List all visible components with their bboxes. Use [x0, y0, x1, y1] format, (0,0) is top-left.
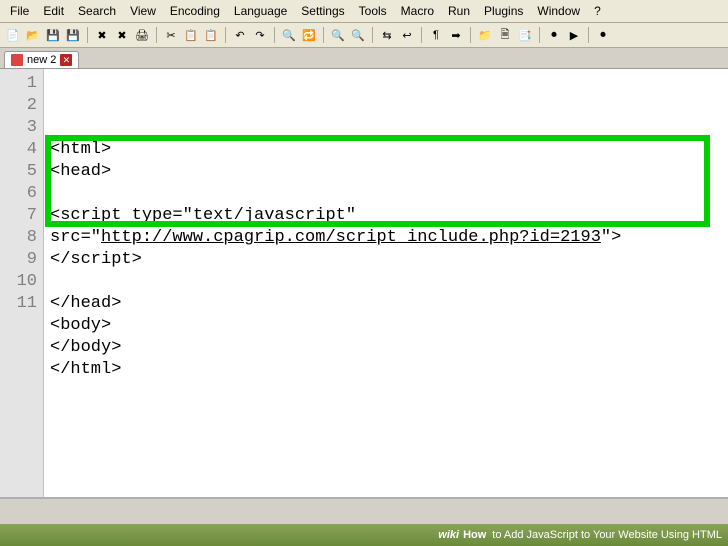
unsaved-icon: [11, 54, 23, 66]
menu-settings[interactable]: Settings: [295, 2, 350, 20]
line-number: 4: [2, 139, 37, 161]
menu-plugins[interactable]: Plugins: [478, 2, 529, 20]
toolbar-separator: [156, 27, 157, 43]
macro-play-icon[interactable]: ▶: [565, 26, 583, 44]
toolbar-separator: [539, 27, 540, 43]
toolbar-separator: [421, 27, 422, 43]
code-line[interactable]: </head>: [46, 293, 726, 315]
close-icon[interactable]: ✖: [93, 26, 111, 44]
line-number-gutter: 1234567891011: [0, 69, 44, 497]
line-number: 3: [2, 117, 37, 139]
new-file-icon[interactable]: 📄: [4, 26, 22, 44]
save-all-icon[interactable]: 💾: [64, 26, 82, 44]
line-number: 6: [2, 183, 37, 205]
code-line[interactable]: <script type="text/javascript": [46, 205, 726, 227]
file-tab[interactable]: new 2 ✕: [4, 51, 79, 68]
line-number: 7: [2, 205, 37, 227]
menu-encoding[interactable]: Encoding: [164, 2, 226, 20]
code-line[interactable]: <body>: [46, 315, 726, 337]
line-number: 11: [2, 293, 37, 315]
menu-file[interactable]: File: [4, 2, 35, 20]
redo-icon[interactable]: ↷: [251, 26, 269, 44]
code-line[interactable]: [46, 183, 726, 205]
footer-brand: wiki: [438, 529, 459, 541]
menu-edit[interactable]: Edit: [37, 2, 70, 20]
paste-icon[interactable]: 📋: [202, 26, 220, 44]
show-chars-icon[interactable]: ¶: [427, 26, 445, 44]
zoom-in-icon[interactable]: 🔍: [329, 26, 347, 44]
close-all-icon[interactable]: ✖: [113, 26, 131, 44]
footer-title: to Add JavaScript to Your Website Using …: [492, 529, 722, 541]
line-number: 10: [2, 271, 37, 293]
toolbar-separator: [323, 27, 324, 43]
menu-?[interactable]: ?: [588, 2, 607, 20]
code-line[interactable]: <head>: [46, 161, 726, 183]
code-line[interactable]: [46, 271, 726, 293]
line-number: 9: [2, 249, 37, 271]
line-number: 2: [2, 95, 37, 117]
find-icon[interactable]: 🔍: [280, 26, 298, 44]
doc-map-icon[interactable]: 🗎: [496, 26, 514, 44]
toolbar: 📄📂💾💾✖✖🖨✂📋📋↶↷🔍🔁🔍🔍⇆↩¶➡📁🗎📑⏺▶⏺: [0, 23, 728, 48]
toolbar-separator: [372, 27, 373, 43]
code-line[interactable]: </html>: [46, 359, 726, 381]
folder-icon[interactable]: 📁: [476, 26, 494, 44]
code-line[interactable]: <html>: [46, 139, 726, 161]
code-line[interactable]: </script>: [46, 249, 726, 271]
toolbar-separator: [274, 27, 275, 43]
line-number: 8: [2, 227, 37, 249]
zoom-out-icon[interactable]: 🔍: [349, 26, 367, 44]
line-number: 5: [2, 161, 37, 183]
record-icon[interactable]: ⏺: [594, 26, 612, 44]
func-list-icon[interactable]: 📑: [516, 26, 534, 44]
print-icon[interactable]: 🖨: [133, 26, 151, 44]
menu-search[interactable]: Search: [72, 2, 122, 20]
macro-rec-icon[interactable]: ⏺: [545, 26, 563, 44]
toolbar-separator: [588, 27, 589, 43]
menu-bar: FileEditSearchViewEncodingLanguageSettin…: [0, 0, 728, 23]
editor: 1234567891011 <html><head> <script type="…: [0, 69, 728, 499]
tab-strip: new 2 ✕: [0, 48, 728, 69]
footer-how: How: [463, 529, 486, 541]
replace-icon[interactable]: 🔁: [300, 26, 318, 44]
menu-run[interactable]: Run: [442, 2, 476, 20]
menu-window[interactable]: Window: [531, 2, 586, 20]
sync-icon[interactable]: ⇆: [378, 26, 396, 44]
code-line[interactable]: src="http://www.cpagrip.com/script_inclu…: [46, 227, 726, 249]
code-line[interactable]: </body>: [46, 337, 726, 359]
wrap-icon[interactable]: ↩: [398, 26, 416, 44]
open-file-icon[interactable]: 📂: [24, 26, 42, 44]
menu-macro[interactable]: Macro: [395, 2, 440, 20]
copy-icon[interactable]: 📋: [182, 26, 200, 44]
menu-language[interactable]: Language: [228, 2, 293, 20]
code-area[interactable]: <html><head> <script type="text/javascrip…: [44, 69, 728, 497]
tab-label: new 2: [27, 54, 56, 66]
indent-icon[interactable]: ➡: [447, 26, 465, 44]
footer-caption: wiki How to Add JavaScript to Your Websit…: [0, 524, 728, 546]
script-src-link[interactable]: http://www.cpagrip.com/script_include.ph…: [101, 228, 601, 247]
menu-view[interactable]: View: [124, 2, 162, 20]
line-number: 1: [2, 73, 37, 95]
toolbar-separator: [470, 27, 471, 43]
tab-close-button[interactable]: ✕: [60, 54, 72, 66]
save-icon[interactable]: 💾: [44, 26, 62, 44]
menu-tools[interactable]: Tools: [353, 2, 393, 20]
toolbar-separator: [87, 27, 88, 43]
cut-icon[interactable]: ✂: [162, 26, 180, 44]
undo-icon[interactable]: ↶: [231, 26, 249, 44]
toolbar-separator: [225, 27, 226, 43]
